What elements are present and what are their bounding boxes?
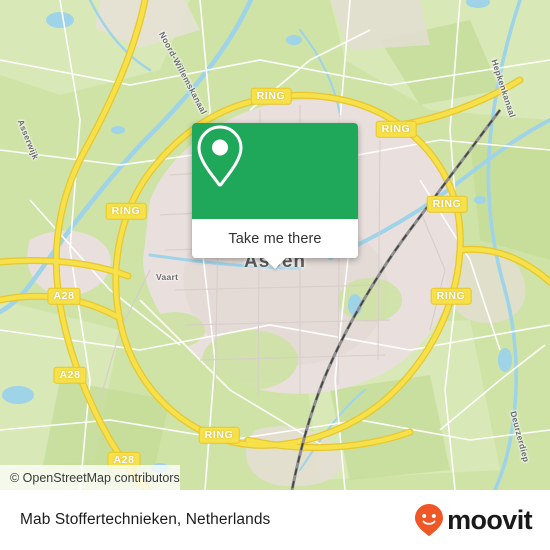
map-canvas[interactable]: Assen Noord-Willemskanaal Asserwijk Hepken… — [0, 0, 550, 490]
bottom-info-bar: Mab Stoffertechnieken, Netherlands moovi… — [0, 490, 550, 550]
road-shield-ring-4: RING — [105, 202, 147, 220]
map-attribution: © OpenStreetMap contributors — [0, 465, 180, 490]
take-me-there-button[interactable]: Take me there — [192, 219, 358, 258]
road-shield-ring-5: RING — [198, 426, 240, 444]
road-shield-a28-7: A28 — [53, 366, 87, 384]
moovit-logo[interactable]: moovit — [414, 503, 533, 537]
location-popup-card[interactable]: Take me there — [192, 123, 358, 269]
popup-card-pointer — [264, 258, 286, 269]
moovit-wordmark: moovit — [447, 504, 533, 535]
take-me-there-label: Take me there — [228, 230, 322, 247]
road-shield-a28-6: A28 — [47, 287, 81, 305]
moovit-pin-icon — [415, 504, 444, 536]
popup-card-header — [192, 123, 358, 219]
road-shield-ring-3: RING — [430, 287, 472, 305]
map-pin-icon — [197, 125, 243, 187]
street-label-4: Vaart — [156, 272, 179, 282]
road-shield-ring-1: RING — [375, 120, 417, 138]
place-name: Mab Stoffertechnieken, Netherlands — [20, 511, 271, 528]
attribution-text: © OpenStreetMap contributors — [10, 470, 180, 485]
road-shield-ring-0: RING — [250, 87, 292, 105]
road-shield-ring-2: RING — [426, 195, 468, 213]
moovit-map-screen: Assen Noord-Willemskanaal Asserwijk Hepken… — [0, 0, 550, 550]
